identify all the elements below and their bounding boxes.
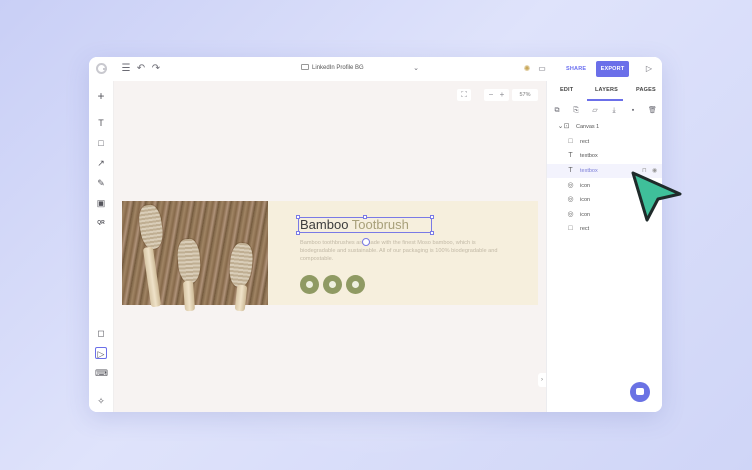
- app-logo-icon[interactable]: [96, 63, 107, 74]
- resize-handle[interactable]: [296, 215, 300, 219]
- tab-layers[interactable]: LAYERS: [595, 87, 618, 93]
- body-textbox[interactable]: Bamboo toothbrushes are made with the fi…: [300, 239, 500, 264]
- layer-canvas[interactable]: ⌄ ⊡ Canvas 1: [547, 120, 662, 134]
- document-title[interactable]: LinkedIn Profile BG: [301, 64, 364, 71]
- brush-handle-2: [182, 280, 196, 312]
- left-toolbar: + T □ ↗ ✎ ▣ QR ◻ ▷ ⌨ ✧: [89, 81, 114, 412]
- download-icon[interactable]: ⤓: [610, 107, 618, 115]
- text-icon: T: [568, 152, 573, 159]
- pen-tool-icon[interactable]: ✎: [95, 177, 107, 189]
- menu-icon[interactable]: ☰: [120, 63, 132, 75]
- frame-icon: ⊡: [563, 123, 570, 130]
- fit-screen-icon[interactable]: ⛶: [457, 89, 471, 101]
- line-tool-icon[interactable]: ↗: [95, 157, 107, 169]
- icon-icon: ◎: [567, 211, 574, 218]
- brush-handle-1: [142, 246, 162, 308]
- brush-head-1: [137, 203, 165, 251]
- magic-icon[interactable]: ✧: [95, 395, 107, 407]
- sun-icon[interactable]: ✺: [521, 63, 533, 75]
- tab-edit[interactable]: EDIT: [560, 87, 573, 93]
- resize-handle[interactable]: [430, 215, 434, 219]
- rotate-handle[interactable]: [362, 238, 370, 246]
- duplicate-icon[interactable]: ⎘: [572, 107, 580, 115]
- lock-icon[interactable]: ▪: [629, 107, 637, 115]
- brush-head-2: [176, 238, 202, 284]
- image-tool-icon[interactable]: ▣: [95, 197, 107, 209]
- top-bar: ☰ ↶ ↷ LinkedIn Profile BG ⌄ ✺ ▭ SHARE EX…: [89, 57, 662, 81]
- add-icon[interactable]: +: [95, 90, 107, 102]
- text-tool-icon[interactable]: T: [95, 117, 107, 129]
- resize-handle[interactable]: [430, 231, 434, 235]
- document-icon: [301, 64, 309, 70]
- group-icon[interactable]: ⧉: [553, 107, 561, 115]
- cursor-icon: [631, 171, 682, 222]
- canvas-area[interactable]: ⛶ − + 57% Bamboo Tootbrush Bamboo toothb…: [114, 81, 546, 412]
- redo-icon[interactable]: ↷: [150, 63, 162, 75]
- brush-handle-3: [234, 284, 248, 312]
- comment-icon[interactable]: ▭: [536, 63, 548, 75]
- folder-icon[interactable]: ▱: [591, 107, 599, 115]
- share-button[interactable]: SHARE: [561, 62, 591, 76]
- trash-icon[interactable]: 🗑: [648, 107, 657, 115]
- right-panel: EDIT LAYERS PAGES ⧉ ⎘ ▱ ⤓ ▪ 🗑 ⌄ ⊡ Canvas…: [546, 81, 662, 412]
- rect-icon: □: [568, 138, 573, 145]
- layer-item[interactable]: T textbox: [547, 149, 662, 163]
- resize-handle[interactable]: [363, 215, 367, 219]
- brush-head-3: [227, 241, 255, 289]
- select-tool-icon[interactable]: ▷: [95, 347, 107, 359]
- toothbrush-photo[interactable]: [122, 201, 268, 312]
- editor-window: ☰ ↶ ↷ LinkedIn Profile BG ⌄ ✺ ▭ SHARE EX…: [89, 57, 662, 412]
- icon-icon: ◎: [567, 196, 574, 203]
- recycle-icon[interactable]: [346, 275, 365, 294]
- tab-pages[interactable]: PAGES: [636, 87, 656, 93]
- eco-icon[interactable]: [300, 275, 319, 294]
- active-tab-indicator: [587, 99, 623, 101]
- text-icon: T: [568, 167, 573, 174]
- collapse-panel-icon[interactable]: ›: [538, 373, 546, 387]
- rect-icon: □: [568, 225, 573, 232]
- selection-box[interactable]: [298, 217, 432, 233]
- resize-handle[interactable]: [296, 231, 300, 235]
- rectangle-tool-icon[interactable]: □: [95, 137, 107, 149]
- layer-item[interactable]: □ rect: [547, 222, 662, 236]
- chevron-down-icon[interactable]: ⌄: [410, 63, 422, 75]
- export-button[interactable]: EXPORT: [596, 61, 629, 77]
- play-icon[interactable]: ▷: [643, 63, 655, 75]
- undo-icon[interactable]: ↶: [135, 63, 147, 75]
- banner-design[interactable]: Bamboo Tootbrush Bamboo toothbrushes are…: [122, 201, 538, 312]
- layer-item[interactable]: □ rect: [547, 135, 662, 149]
- zoom-in-icon[interactable]: +: [495, 89, 509, 101]
- qr-tool-icon[interactable]: QR: [95, 217, 107, 229]
- keyboard-icon[interactable]: ⌨: [95, 367, 108, 379]
- zoom-level[interactable]: 57%: [512, 89, 538, 101]
- icon-icon: ◎: [567, 182, 574, 189]
- chat-support-button[interactable]: [630, 382, 650, 402]
- leaf-icon[interactable]: [323, 275, 342, 294]
- resize-icon[interactable]: ◻: [95, 327, 107, 339]
